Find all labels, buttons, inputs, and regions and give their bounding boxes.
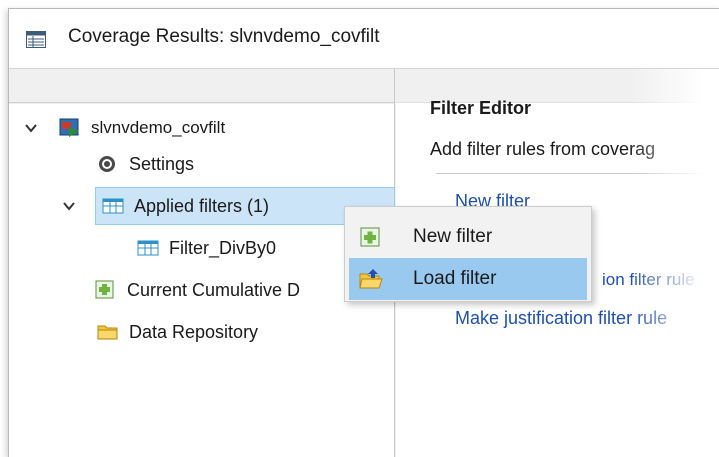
tree-item-label: Applied filters (1) — [134, 195, 270, 216]
tree-item-label: Current Cumulative D — [127, 279, 301, 300]
window-title: Coverage Results: slvnvdemo_covfilt — [68, 26, 380, 47]
menu-item-label: Load filter — [413, 268, 497, 289]
menu-item-new-filter[interactable]: New filter — [349, 216, 587, 258]
editor-title: Filter Editor — [430, 98, 532, 118]
table-window-icon — [26, 31, 46, 48]
filter-table-icon — [137, 240, 159, 256]
tree-item-filter-divby0[interactable]: Filter_DivBy0 — [137, 229, 276, 267]
tree-toolbar-strip — [9, 69, 394, 103]
context-menu: New filter Load filter — [344, 206, 592, 302]
tree-item-data-repository[interactable]: Data Repository — [97, 313, 258, 351]
coverage-tree[interactable]: slvnvdemo_covfilt Settings Applied filte… — [9, 104, 395, 457]
tree-item-label: Data Repository — [129, 321, 259, 342]
tree-item-label: slvnvdemo_covfilt — [91, 118, 226, 137]
open-folder-icon — [359, 269, 383, 289]
chevron-down-icon[interactable] — [23, 120, 39, 136]
menu-item-load-filter[interactable]: Load filter — [349, 258, 587, 300]
tree-item-settings[interactable]: Settings — [97, 145, 194, 183]
coverage-tree-pane: slvnvdemo_covfilt Settings Applied filte… — [9, 69, 395, 457]
add-data-icon — [95, 280, 114, 299]
tree-item-label: Filter_DivBy0 — [169, 237, 277, 258]
title-bar: Coverage Results: slvnvdemo_covfilt — [9, 9, 719, 69]
chevron-down-icon[interactable] — [61, 198, 77, 214]
filter-table-icon — [102, 198, 124, 214]
simulink-model-icon — [59, 118, 79, 137]
gear-icon — [99, 156, 115, 172]
right-edge-fade — [629, 69, 719, 457]
new-filter-icon — [360, 227, 380, 247]
menu-item-label: New filter — [413, 226, 493, 247]
tree-item-current-cumulative[interactable]: Current Cumulative D — [95, 271, 300, 309]
editor-description: Add filter rules from coverag — [430, 139, 656, 159]
folder-icon — [97, 325, 118, 340]
tree-item-label: Settings — [129, 153, 195, 174]
tree-item-model[interactable]: slvnvdemo_covfilt — [23, 109, 225, 147]
